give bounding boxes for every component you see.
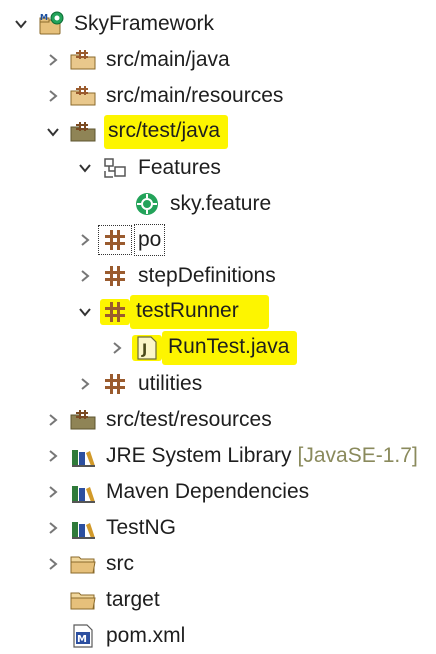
- tree-node-src-main-java[interactable]: src/main/java: [0, 42, 436, 78]
- tree-node-run-test[interactable]: J RunTest.java: [0, 330, 436, 366]
- jre-version-decoration: [JavaSE-1.7]: [297, 444, 418, 467]
- target-label: target: [106, 588, 160, 611]
- chevron-down-icon[interactable]: [42, 121, 64, 143]
- tree-node-src[interactable]: src: [0, 546, 436, 582]
- tree-node-src-main-resources[interactable]: src/main/resources: [0, 78, 436, 114]
- chevron-right-icon[interactable]: [42, 481, 64, 503]
- maven-dependencies-label: Maven Dependencies: [106, 480, 310, 503]
- test-runner-label: testRunner: [130, 295, 269, 329]
- tree-node-testng[interactable]: TestNG: [0, 510, 436, 546]
- step-definitions-label: stepDefinitions: [138, 264, 276, 287]
- run-test-label: RunTest.java: [162, 331, 298, 365]
- chevron-right-icon[interactable]: [42, 85, 64, 107]
- source-folder-icon: [68, 83, 98, 109]
- src-test-resources-label: src/test/resources: [106, 408, 272, 431]
- src-label: src: [106, 552, 134, 575]
- tree-node-target[interactable]: target: [0, 582, 436, 618]
- folder-icon: [68, 551, 98, 577]
- maven-pom-icon: M: [68, 623, 98, 649]
- features-label: Features: [138, 156, 221, 179]
- utilities-label: utilities: [138, 372, 203, 395]
- maven-project-icon: M: [36, 11, 66, 37]
- chevron-right-icon[interactable]: [106, 337, 128, 359]
- chevron-down-icon[interactable]: [74, 157, 96, 179]
- project-explorer-tree: M SkyFramework src/main/java src/main/re…: [0, 6, 436, 654]
- tree-node-sky-feature[interactable]: sky.feature: [0, 186, 436, 222]
- project-label: SkyFramework: [74, 12, 215, 35]
- tree-node-src-test-java[interactable]: src/test/java: [0, 114, 436, 150]
- tree-node-step-definitions[interactable]: stepDefinitions: [0, 258, 436, 294]
- library-icon: [68, 443, 98, 469]
- src-test-java-label: src/test/java: [104, 115, 229, 149]
- tree-node-jre-library[interactable]: JRE System Library [JavaSE-1.7]: [0, 438, 436, 474]
- source-folder-icon: [68, 119, 98, 145]
- testng-label: TestNG: [106, 516, 177, 539]
- java-file-icon: J: [132, 335, 162, 361]
- tree-node-maven-dependencies[interactable]: Maven Dependencies: [0, 474, 436, 510]
- chevron-right-icon[interactable]: [42, 49, 64, 71]
- chevron-right-icon[interactable]: [42, 553, 64, 575]
- chevron-right-icon[interactable]: [42, 409, 64, 431]
- package-icon: [100, 371, 130, 397]
- library-icon: [68, 479, 98, 505]
- svg-text:M: M: [40, 13, 48, 22]
- sky-feature-label: sky.feature: [170, 192, 272, 215]
- svg-text:J: J: [141, 342, 147, 358]
- tree-node-features[interactable]: Features: [0, 150, 436, 186]
- chevron-right-icon[interactable]: [74, 373, 96, 395]
- tree-node-test-runner[interactable]: testRunner: [0, 294, 436, 330]
- chevron-right-icon[interactable]: [74, 265, 96, 287]
- src-main-java-label: src/main/java: [106, 48, 230, 71]
- tree-node-pom[interactable]: M pom.xml: [0, 618, 436, 654]
- chevron-down-icon[interactable]: [74, 301, 96, 323]
- folder-icon: [68, 587, 98, 613]
- source-folder-icon: [68, 47, 98, 73]
- package-icon: [100, 299, 130, 325]
- tree-node-src-test-resources[interactable]: src/test/resources: [0, 402, 436, 438]
- package-icon: [98, 225, 132, 255]
- chevron-right-icon[interactable]: [74, 229, 96, 251]
- package-icon: [100, 263, 130, 289]
- src-main-resources-label: src/main/resources: [106, 84, 284, 107]
- chevron-right-icon[interactable]: [42, 517, 64, 539]
- tree-node-po[interactable]: po: [0, 222, 436, 258]
- cucumber-feature-icon: [132, 191, 162, 217]
- chevron-right-icon[interactable]: [42, 445, 64, 467]
- jre-library-label: JRE System Library: [106, 444, 292, 467]
- folder-icon: [100, 155, 130, 181]
- pom-label: pom.xml: [106, 624, 186, 647]
- tree-node-utilities[interactable]: utilities: [0, 366, 436, 402]
- source-folder-icon: [68, 407, 98, 433]
- tree-node-project[interactable]: M SkyFramework: [0, 6, 436, 42]
- chevron-down-icon[interactable]: [10, 13, 32, 35]
- svg-text:M: M: [77, 634, 87, 645]
- library-icon: [68, 515, 98, 541]
- po-label: po: [133, 224, 166, 256]
